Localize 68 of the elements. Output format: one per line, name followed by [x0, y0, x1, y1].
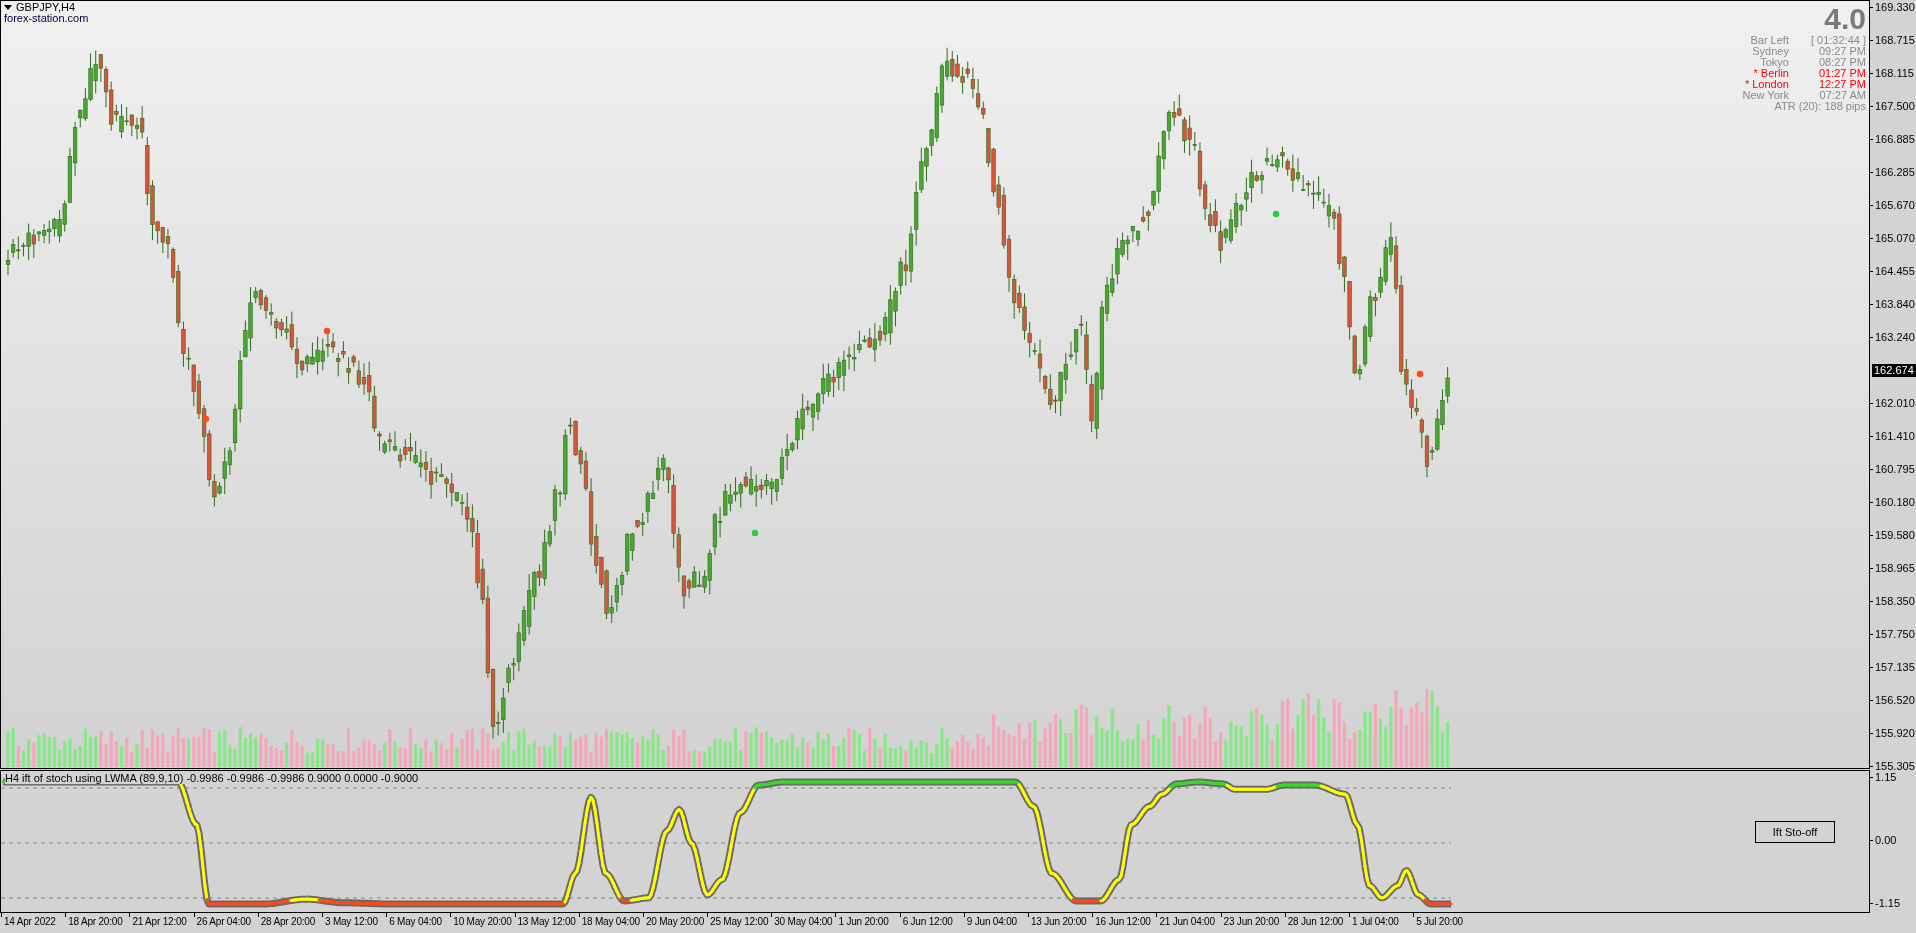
indicator-axis-label: -1.15: [1875, 897, 1901, 910]
price-label: 165.070: [1875, 232, 1915, 245]
price-label: 161.410: [1875, 430, 1915, 443]
price-label: 163.240: [1875, 331, 1915, 344]
time-label: 3 May 12:00: [324, 915, 378, 928]
time-label: 6 May 04:00: [389, 915, 442, 928]
session-name: * Berlin: [1752, 68, 1789, 79]
price-label: 156.520: [1875, 694, 1915, 707]
price-label: 166.285: [1875, 166, 1915, 179]
price-label: 158.965: [1875, 562, 1915, 575]
time-label: 5 Jul 20:00: [1416, 915, 1463, 928]
time-label: 25 May 12:00: [710, 915, 769, 928]
price-label: 157.750: [1875, 628, 1915, 641]
session-time: 12:27 PM: [1817, 79, 1866, 90]
time-label: 18 May 04:00: [581, 915, 640, 928]
session-time: 01:27 PM: [1817, 68, 1866, 79]
time-label: 14 Apr 2022: [4, 915, 56, 928]
atr-label: ATR (20): 188 pips: [1774, 101, 1866, 112]
session-name: New York: [1742, 90, 1789, 101]
version-label: 4.0: [1824, 3, 1866, 35]
time-label: 23 Jun 20:00: [1223, 915, 1279, 928]
time-label: 18 Apr 20:00: [68, 915, 123, 928]
ift-sto-off-button[interactable]: Ift Sto-off: [1755, 821, 1835, 843]
time-label: 13 May 12:00: [517, 915, 576, 928]
time-label: 26 Apr 04:00: [196, 915, 251, 928]
session-name: Sydney: [1751, 46, 1789, 57]
price-label: 168.115: [1875, 67, 1914, 80]
indicator-legend: H4 ift of stoch using LWMA (89,9,10) -0.9986 -0.9986 -0.9986 0.9000 0.0000 -0.9000: [5, 772, 419, 784]
price-label: 160.795: [1875, 463, 1915, 476]
indicator-axis-label: 1.15: [1875, 771, 1897, 784]
price-label: 158.350: [1875, 595, 1915, 608]
session-name: * London: [1743, 79, 1789, 90]
time-label: 21 Jun 04:00: [1159, 915, 1215, 928]
time-label: 28 Apr 20:00: [260, 915, 316, 928]
price-label: 159.580: [1875, 529, 1915, 542]
current-price-label: 162.674: [1872, 364, 1916, 377]
session-time: 08:27 PM: [1817, 57, 1866, 68]
time-label: 1 Jul 04:00: [1351, 915, 1399, 928]
price-label: 160.180: [1875, 496, 1915, 509]
time-label: 21 Apr 12:00: [132, 915, 187, 928]
price-label: 166.885: [1875, 133, 1915, 146]
time-label: 13 Jun 20:00: [1031, 915, 1087, 928]
time-label: 1 Jun 20:00: [838, 915, 889, 928]
price-label: 167.500: [1875, 100, 1915, 113]
price-label: 164.455: [1875, 265, 1915, 278]
price-label: 168.715: [1875, 34, 1915, 47]
time-label: 20 May 20:00: [645, 915, 705, 928]
price-label: 155.920: [1875, 727, 1915, 740]
time-label: 10 May 20:00: [453, 915, 512, 928]
time-label: 16 Jun 12:00: [1095, 915, 1151, 928]
session-time: [ 01:32:44 ]: [1810, 35, 1866, 46]
time-label: 28 Jun 12:00: [1287, 915, 1344, 928]
time-label: 6 Jun 12:00: [902, 915, 953, 928]
session-time: 09:27 PM: [1817, 46, 1866, 57]
price-label: 155.305: [1875, 760, 1915, 773]
price-label: 162.010: [1875, 397, 1915, 410]
indicator-axis-label: 0.00: [1875, 834, 1897, 847]
price-label: 165.670: [1875, 199, 1915, 212]
time-label: 9 Jun 04:00: [966, 915, 1017, 928]
session-name: Tokyo: [1760, 57, 1789, 68]
price-label: 169.330: [1875, 1, 1915, 14]
symbol-label: GBPJPY,H4: [16, 2, 76, 13]
price-label: 157.135: [1875, 661, 1915, 674]
session-time: 07:27 AM: [1818, 90, 1866, 101]
price-label: 163.840: [1875, 298, 1915, 311]
source-label: forex-station.com: [4, 13, 89, 24]
session-name: Bar Left: [1749, 35, 1789, 46]
time-label: 30 May 04:00: [774, 915, 833, 928]
